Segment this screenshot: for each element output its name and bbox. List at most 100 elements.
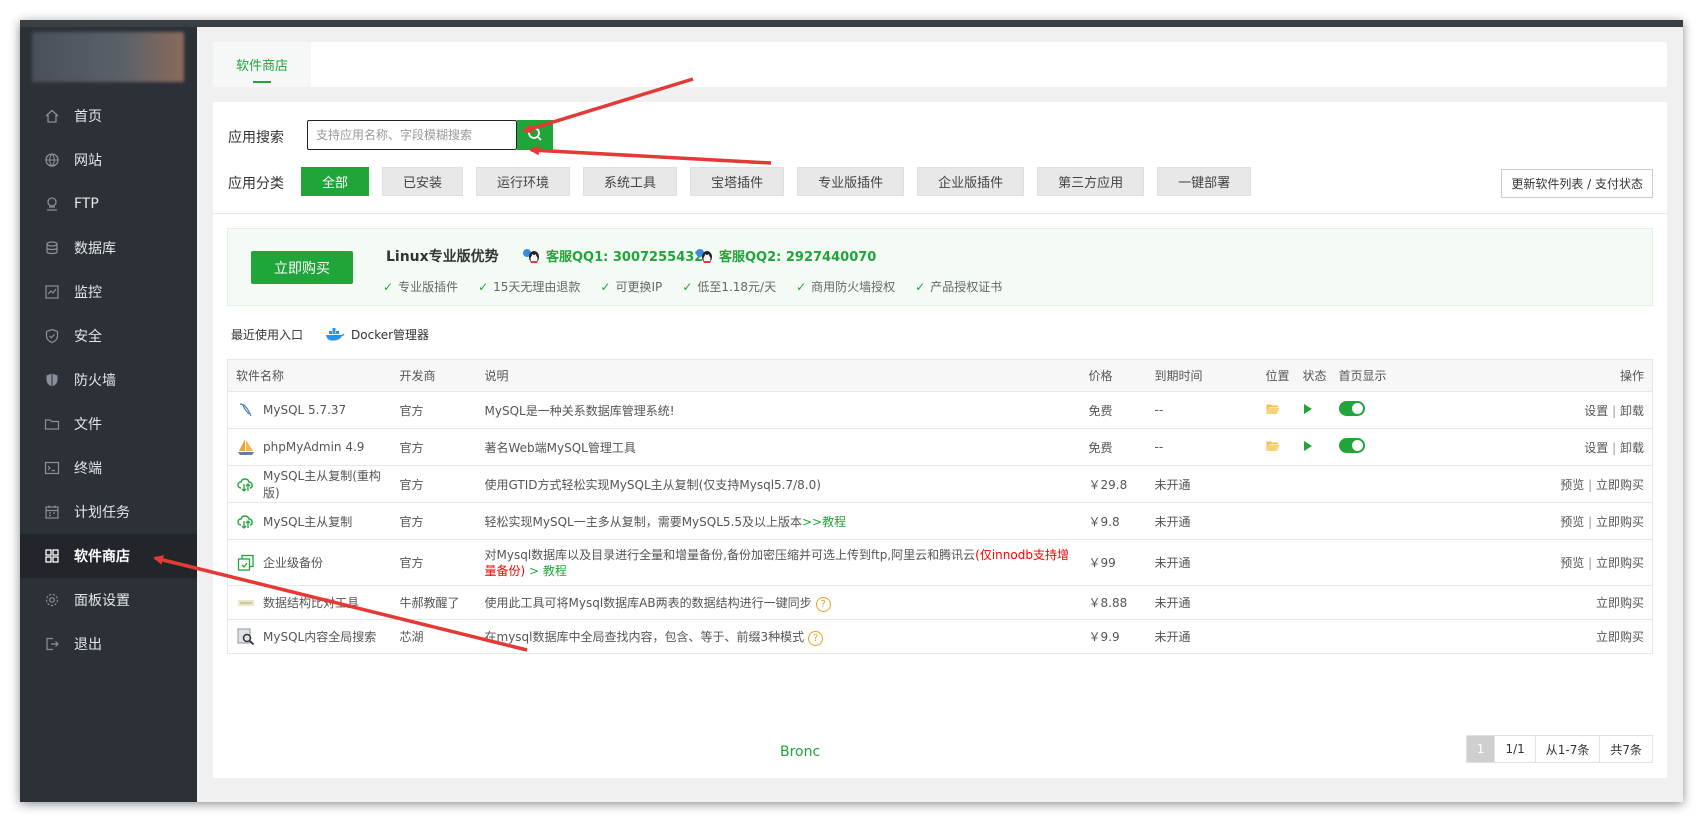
sidebar-item-terminal[interactable]: 终端 xyxy=(20,446,197,490)
search-button[interactable] xyxy=(517,120,553,150)
sidebar-item-label: FTP xyxy=(74,196,99,212)
category-system-tools[interactable]: 系统工具 xyxy=(583,167,678,196)
compare-tool-icon xyxy=(236,593,256,613)
backup-icon xyxy=(236,553,256,573)
sidebar-item-website[interactable]: 网站 xyxy=(20,138,197,182)
gear-icon xyxy=(44,592,60,608)
page-current[interactable]: 1 xyxy=(1466,736,1495,762)
buy-now-link[interactable]: 立即购买 xyxy=(1596,596,1644,610)
preview-link[interactable]: 预览 xyxy=(1560,478,1584,492)
check-icon: ✓ xyxy=(796,279,807,294)
buy-now-button[interactable]: 立即购买 xyxy=(251,251,353,284)
software-table: 软件名称 开发商 说明 价格 到期时间 位置 状态 首页显示 操作 MySQL … xyxy=(227,359,1653,654)
sidebar-item-cron[interactable]: 计划任务 xyxy=(20,490,197,534)
price: 免费 xyxy=(1080,428,1147,466)
category-third-party[interactable]: 第三方应用 xyxy=(1037,167,1145,196)
sidebar-item-label: 监控 xyxy=(74,285,102,301)
update-software-list-button[interactable]: 更新软件列表 / 支付状态 xyxy=(1501,169,1653,198)
tutorial-link[interactable]: >>教程 xyxy=(802,515,846,529)
open-folder-icon[interactable] xyxy=(1266,441,1280,455)
description-text: 对Mysql数据库以及目录进行全量和增量备份,备份加密压缩并可选上传到ftp,阿… xyxy=(484,547,976,562)
uninstall-link[interactable]: 卸载 xyxy=(1620,404,1644,418)
qq-support-1-text: 客服QQ1: 3007255432 xyxy=(546,250,704,265)
tab-software-store[interactable]: 软件商店 xyxy=(213,42,311,87)
buy-now-link[interactable]: 立即购买 xyxy=(1596,478,1644,492)
window-top-bar xyxy=(20,20,1683,27)
description: 使用此工具可将Mysql数据库AB两表的数据结构进行一键同步? xyxy=(476,585,1081,620)
qq-icon xyxy=(521,248,541,264)
monitor-icon xyxy=(44,284,60,300)
search-label: 应用搜索 xyxy=(228,130,284,146)
qq-support-2[interactable]: 客服QQ2: 2927440070 xyxy=(694,246,876,265)
buy-now-link[interactable]: 立即购买 xyxy=(1596,515,1644,529)
play-status-icon[interactable] xyxy=(1303,440,1313,455)
sidebar-item-firewall[interactable]: 防火墙 xyxy=(20,358,197,402)
description: 使用GTID方式轻松实现MySQL主从复制(仅支持Mysql5.7/8.0) xyxy=(476,465,1081,503)
folder-icon xyxy=(44,416,60,432)
price: ￥9.8 xyxy=(1080,502,1147,540)
qq-support-2-text: 客服QQ2: 2927440070 xyxy=(719,250,877,265)
check-icon: ✓ xyxy=(478,279,489,294)
settings-link[interactable]: 设置 xyxy=(1584,404,1608,418)
op-separator: | xyxy=(1608,440,1620,455)
tab-bar: 软件商店 xyxy=(213,42,1667,87)
software-name: MySQL 5.7.37 xyxy=(263,403,347,417)
preview-link[interactable]: 预览 xyxy=(1560,515,1584,529)
help-icon[interactable]: ? xyxy=(808,630,824,646)
recent-label: 最近使用入口 xyxy=(231,328,304,342)
category-all[interactable]: 全部 xyxy=(301,167,370,196)
homepage-toggle[interactable] xyxy=(1338,438,1365,453)
category-bt-plugins[interactable]: 宝塔插件 xyxy=(690,167,785,196)
sidebar-item-database[interactable]: 数据库 xyxy=(20,226,197,270)
category-runtime[interactable]: 运行环境 xyxy=(476,167,571,196)
category-label: 应用分类 xyxy=(228,176,284,192)
sidebar-item-security[interactable]: 安全 xyxy=(20,314,197,358)
play-status-icon[interactable] xyxy=(1303,403,1313,418)
open-folder-icon[interactable] xyxy=(1266,404,1280,418)
tutorial-link[interactable]: > 教程 xyxy=(529,564,567,578)
sidebar-item-monitor[interactable]: 监控 xyxy=(20,270,197,314)
uninstall-link[interactable]: 卸载 xyxy=(1620,441,1644,455)
sidebar-item-files[interactable]: 文件 xyxy=(20,402,197,446)
category-one-click-deploy[interactable]: 一键部署 xyxy=(1157,167,1252,196)
sidebar-item-label: 数据库 xyxy=(74,241,116,257)
calendar-icon xyxy=(44,504,60,520)
homepage-toggle[interactable] xyxy=(1338,401,1365,416)
feature-item: ✓ 低至1.18元/天 xyxy=(682,278,776,295)
cloud-sync-icon xyxy=(236,511,256,531)
help-icon[interactable]: ? xyxy=(815,596,831,612)
sidebar-item-label: 防火墙 xyxy=(74,373,116,389)
developer: 官方 xyxy=(391,391,477,429)
feature-item: ✓ 产品授权证书 xyxy=(915,278,1002,295)
sidebar-item-logout[interactable]: 退出 xyxy=(20,622,197,666)
qq-support-1[interactable]: 客服QQ1: 3007255432 xyxy=(521,246,703,265)
category-enterprise-plugins[interactable]: 企业版插件 xyxy=(917,167,1025,196)
search-input[interactable] xyxy=(307,120,517,150)
preview-link[interactable]: 预览 xyxy=(1560,556,1584,570)
sidebar-item-ftp[interactable]: FTP xyxy=(20,182,197,226)
category-pro-plugins[interactable]: 专业版插件 xyxy=(797,167,905,196)
developer: 芯湖 xyxy=(391,619,477,654)
home-icon xyxy=(44,108,60,124)
sidebar-item-home[interactable]: 首页 xyxy=(20,94,197,138)
price: 免费 xyxy=(1080,391,1147,429)
table-row: 企业级备份 官方 对Mysql数据库以及目录进行全量和增量备份,备份加密压缩并可… xyxy=(227,539,1653,586)
developer: 官方 xyxy=(391,428,477,466)
buy-now-link[interactable]: 立即购买 xyxy=(1596,556,1644,570)
docker-icon xyxy=(325,327,345,342)
terminal-icon xyxy=(44,460,60,476)
price: ￥9.9 xyxy=(1080,619,1147,654)
sidebar-item-store[interactable]: 软件商店 xyxy=(20,534,197,578)
recent-docker-link[interactable]: Docker管理器 xyxy=(325,326,429,343)
logout-icon xyxy=(44,636,60,652)
sidebar: 首页 网站 FTP 数据库 监控 安全 防火墙 文件 终端 计划任务 软件商店 … xyxy=(20,27,197,802)
feature-item: ✓ 专业版插件 xyxy=(383,278,458,295)
expire-time: 未开通 xyxy=(1146,539,1258,586)
buy-now-link[interactable]: 立即购买 xyxy=(1596,630,1644,644)
magnifier-search-icon xyxy=(236,627,256,647)
sidebar-item-settings[interactable]: 面板设置 xyxy=(20,578,197,622)
settings-link[interactable]: 设置 xyxy=(1584,441,1608,455)
ftp-icon xyxy=(44,196,60,212)
category-installed[interactable]: 已安装 xyxy=(382,167,464,196)
description-text: 使用此工具可将Mysql数据库AB两表的数据结构进行一键同步 xyxy=(484,595,812,610)
